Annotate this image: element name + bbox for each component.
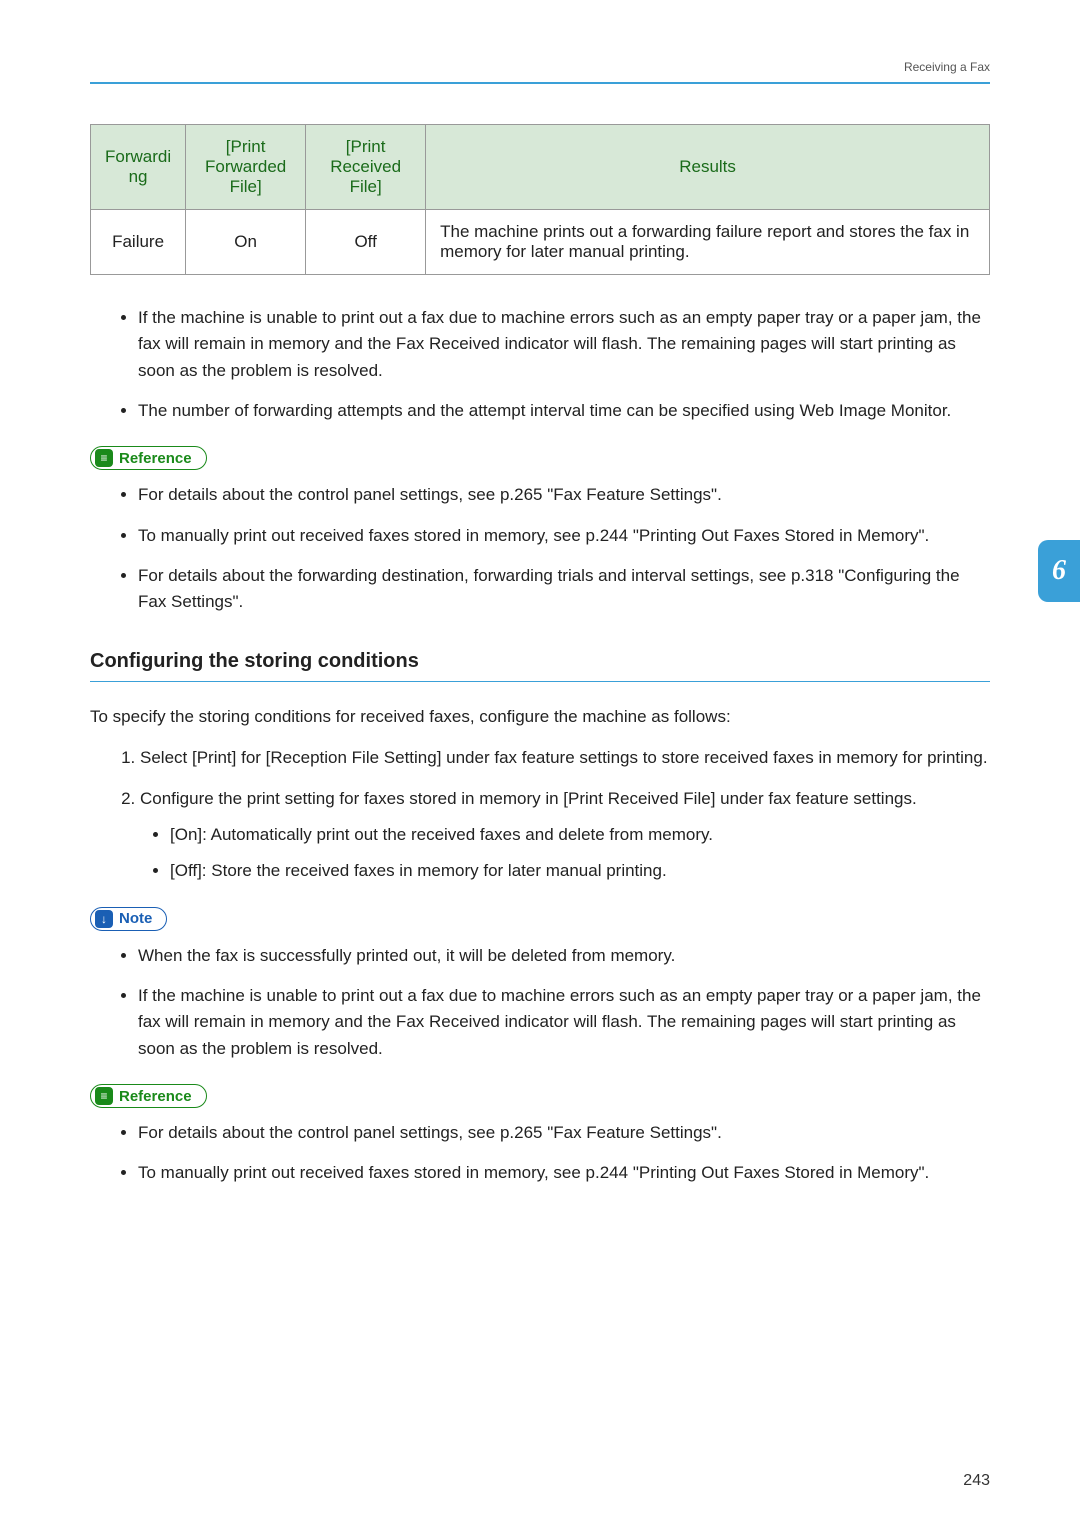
- step-text: Select [Print] for [Reception File Setti…: [140, 748, 988, 767]
- list-item: The number of forwarding attempts and th…: [138, 398, 990, 424]
- chapter-tab: 6: [1038, 540, 1080, 602]
- reference-badge: ≡ Reference: [90, 446, 207, 470]
- cell-print-received: Off: [306, 210, 426, 275]
- reference-list-1: For details about the control panel sett…: [90, 482, 990, 615]
- table-header-print-received: [Print Received File]: [306, 125, 426, 210]
- section-intro: To specify the storing conditions for re…: [90, 704, 990, 730]
- breadcrumb: Receiving a Fax: [904, 60, 990, 74]
- note-icon: ↓: [95, 910, 113, 928]
- note-badge: ↓ Note: [90, 907, 167, 931]
- step-item: Configure the print setting for faxes st…: [140, 786, 990, 885]
- cell-print-forwarded: On: [186, 210, 306, 275]
- list-item: To manually print out received faxes sto…: [138, 1160, 990, 1186]
- list-item: For details about the forwarding destina…: [138, 563, 990, 616]
- sub-list-item: [Off]: Store the received faxes in memor…: [170, 858, 990, 884]
- table-header-results: Results: [426, 125, 990, 210]
- sub-list: [On]: Automatically print out the receiv…: [140, 822, 990, 885]
- step-item: Select [Print] for [Reception File Setti…: [140, 745, 990, 771]
- list-item: To manually print out received faxes sto…: [138, 523, 990, 549]
- reference-icon: ≡: [95, 1087, 113, 1105]
- cell-results: The machine prints out a forwarding fail…: [426, 210, 990, 275]
- list-item: If the machine is unable to print out a …: [138, 983, 990, 1062]
- reference-list-2: For details about the control panel sett…: [90, 1120, 990, 1187]
- table-header-forwarding: Forwardi ng: [91, 125, 186, 210]
- page-header: Receiving a Fax: [90, 60, 990, 84]
- reference-badge-2: ≡ Reference: [90, 1084, 207, 1108]
- steps-list: Select [Print] for [Reception File Setti…: [90, 745, 990, 884]
- chapter-number: 6: [1052, 555, 1066, 587]
- results-table: Forwardi ng [Print Forwarded File] [Prin…: [90, 124, 990, 275]
- list-item: For details about the control panel sett…: [138, 1120, 990, 1146]
- cell-forwarding: Failure: [91, 210, 186, 275]
- top-notes-list: If the machine is unable to print out a …: [90, 305, 990, 424]
- list-item: When the fax is successfully printed out…: [138, 943, 990, 969]
- table-row: Failure On Off The machine prints out a …: [91, 210, 990, 275]
- reference-label: Reference: [119, 1088, 192, 1105]
- sub-list-item: [On]: Automatically print out the receiv…: [170, 822, 990, 848]
- note-label: Note: [119, 910, 152, 927]
- list-item: If the machine is unable to print out a …: [138, 305, 990, 384]
- step-text: Configure the print setting for faxes st…: [140, 789, 917, 808]
- table-header-print-forwarded: [Print Forwarded File]: [186, 125, 306, 210]
- section-heading: Configuring the storing conditions: [90, 650, 990, 682]
- page-number: 243: [963, 1472, 990, 1490]
- note-list: When the fax is successfully printed out…: [90, 943, 990, 1062]
- reference-label: Reference: [119, 450, 192, 467]
- reference-icon: ≡: [95, 449, 113, 467]
- list-item: For details about the control panel sett…: [138, 482, 990, 508]
